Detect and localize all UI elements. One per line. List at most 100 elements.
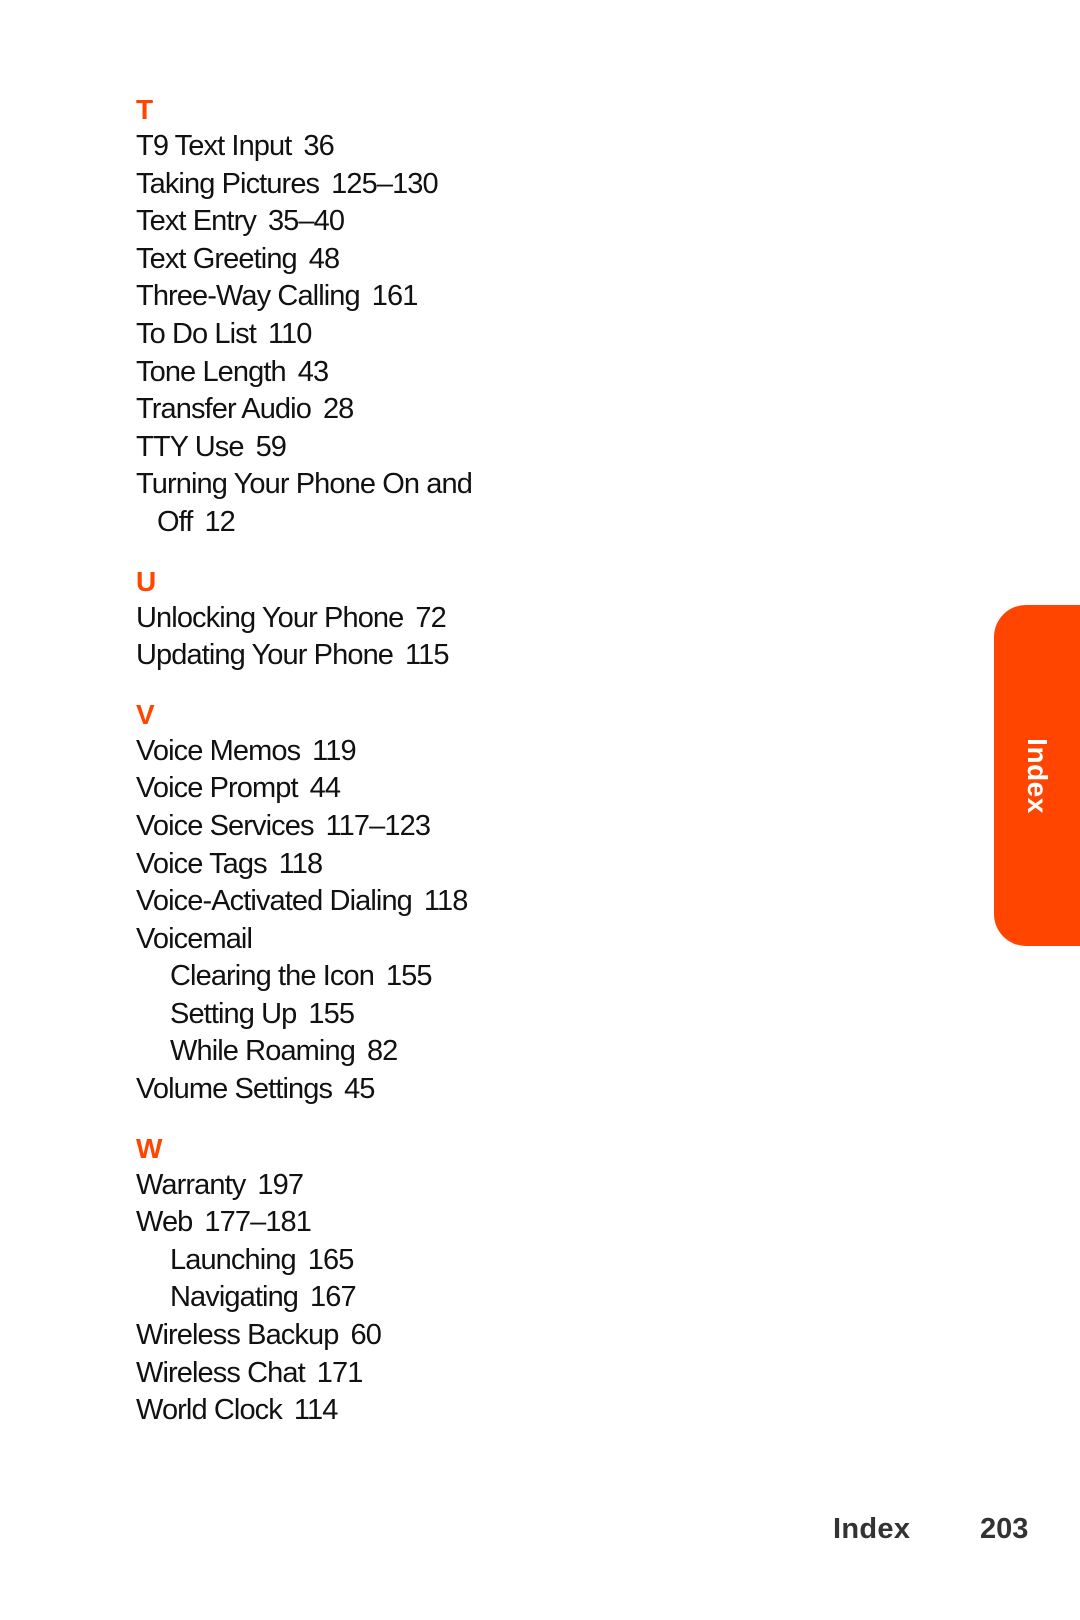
- index-subentry: While Roaming 82: [136, 1033, 556, 1071]
- entry-pages: 118: [278, 847, 323, 880]
- entry-pages: 35–40: [267, 205, 345, 238]
- entry-term: Voicemail: [136, 922, 253, 955]
- index-entry: Tone Length 43: [136, 354, 556, 392]
- entry-pages: 161: [371, 280, 419, 313]
- index-entry: Taking Pictures 125–130: [136, 166, 556, 204]
- entry-term: Volume Settings: [136, 1073, 333, 1106]
- entry-pages: 110: [267, 317, 312, 350]
- index-subentry: Setting Up 155: [136, 996, 556, 1034]
- section-letter: U: [136, 565, 157, 597]
- index-entry: Text Greeting 48: [136, 241, 556, 279]
- index-entry: World Clock 114: [136, 1392, 556, 1430]
- index-entry: To Do List 110: [136, 316, 556, 354]
- entry-pages: 43: [297, 355, 329, 388]
- entry-pages: 44: [309, 772, 341, 805]
- index-entry: Volume Settings 45: [136, 1071, 556, 1109]
- entry-term-continuation: Off 12: [136, 504, 556, 542]
- index-section-u: U Unlocking Your Phone 72 Updating Your P…: [136, 564, 556, 675]
- index-entry: Voice Services 117–123: [136, 808, 556, 846]
- index-entry: TTY Use 59: [136, 429, 556, 467]
- index-entry: Warranty 197: [136, 1167, 556, 1205]
- index-entry: Unlocking Your Phone 72: [136, 600, 556, 638]
- index-entry: Text Entry 35–40: [136, 203, 556, 241]
- index-subentry: Launching 165: [136, 1242, 556, 1280]
- entry-term: Clearing the Icon: [170, 960, 375, 993]
- entry-term: Navigating: [170, 1281, 299, 1314]
- entry-pages: 72: [415, 601, 446, 634]
- entry-pages: 167: [310, 1281, 357, 1314]
- index-entry: Web 177–181: [136, 1204, 556, 1242]
- index-section-w: W Warranty 197 Web 177–181 Launching 165 Na…: [136, 1131, 556, 1430]
- entry-pages: 28: [322, 393, 354, 426]
- index-column: T T9 Text Input 36 Taking Pictures 125–130…: [136, 92, 556, 1430]
- entry-pages: 119: [312, 734, 356, 767]
- entry-pages: 155: [385, 960, 433, 993]
- section-letter: T: [136, 94, 154, 125]
- entry-term: T9 Text Input: [136, 130, 292, 162]
- page-number: 203: [980, 1513, 1029, 1545]
- entry-term: Voice Tags: [136, 847, 268, 880]
- entry-term: Voice-Activated Dialing: [136, 885, 413, 918]
- entry-term: Wireless Backup: [136, 1319, 339, 1352]
- entry-term: Transfer Audio: [136, 393, 312, 426]
- entry-pages: 115: [405, 639, 449, 672]
- footer-section-title: Index: [833, 1513, 911, 1545]
- entry-pages: 36: [303, 130, 334, 162]
- entry-term: Taking Pictures: [136, 167, 320, 200]
- entry-term: Voice Services: [136, 809, 315, 842]
- entry-pages: 155: [308, 997, 355, 1030]
- index-section-v: V Voice Memos 119 Voice Prompt 44 Voice Se…: [136, 697, 556, 1109]
- section-letter: W: [136, 1132, 163, 1164]
- index-subentry: Navigating 167: [136, 1279, 556, 1317]
- entry-term: Tone Length: [136, 355, 287, 388]
- entry-pages: 125–130: [331, 167, 439, 200]
- entry-pages: 12: [204, 505, 235, 538]
- index-entry: Turning Your Phone On and Off 12: [136, 466, 556, 541]
- index-entry: Voice-Activated Dialing 118: [136, 883, 556, 921]
- entry-pages: 117–123: [325, 809, 431, 842]
- entry-term: World Clock: [136, 1394, 283, 1427]
- index-entry: Transfer Audio 28: [136, 391, 556, 429]
- index-entry: T9 Text Input 36: [136, 128, 556, 166]
- entry-pages: 60: [350, 1319, 381, 1352]
- entry-term: Voice Memos: [136, 734, 301, 767]
- entry-pages: 59: [255, 430, 287, 463]
- entry-term: TTY Use: [136, 430, 244, 463]
- page-footer: Index 203: [0, 1513, 1080, 1553]
- entry-pages: 118: [423, 885, 468, 918]
- entry-term: To Do List: [136, 317, 257, 350]
- entry-term: Voice Prompt: [136, 772, 299, 805]
- index-entry: Voice Prompt 44: [136, 770, 556, 808]
- entry-pages: 177–181: [204, 1206, 312, 1239]
- index-subentry: Clearing the Icon 155: [136, 958, 556, 996]
- entry-term: Three-Way Calling: [136, 280, 361, 313]
- entry-pages: 114: [293, 1394, 338, 1427]
- entry-term: Wireless Chat: [136, 1356, 306, 1389]
- entry-term: Unlocking Your Phone: [136, 601, 404, 634]
- entry-term: Warranty: [136, 1168, 246, 1201]
- entry-pages: 45: [344, 1073, 375, 1106]
- entry-term: While Roaming: [170, 1035, 356, 1068]
- entry-term: Text Entry: [136, 205, 257, 238]
- side-tab-label: Index: [1022, 737, 1053, 814]
- entry-term: Launching: [170, 1243, 297, 1276]
- index-side-tab[interactable]: Index: [994, 605, 1080, 946]
- index-entry: Voice Memos 119: [136, 733, 556, 771]
- index-entry: Voicemail: [136, 921, 556, 959]
- index-entry: Voice Tags 118: [136, 846, 556, 884]
- index-entry: Updating Your Phone 115: [136, 637, 556, 675]
- index-section-t: T T9 Text Input 36 Taking Pictures 125–130…: [136, 92, 556, 542]
- entry-pages: 48: [308, 242, 340, 275]
- entry-term: Updating Your Phone: [136, 639, 394, 672]
- entry-pages: 171: [316, 1356, 364, 1389]
- entry-term: Text Greeting: [136, 242, 298, 275]
- continuation-text: Off: [157, 505, 193, 538]
- index-entry: Wireless Chat 171: [136, 1355, 556, 1393]
- entry-term: Setting Up: [170, 997, 297, 1030]
- entry-pages: 197: [257, 1168, 304, 1201]
- section-letter: V: [136, 698, 155, 730]
- entry-term: Turning Your Phone On and: [136, 468, 473, 501]
- entry-pages: 165: [307, 1243, 355, 1276]
- index-entry: Three-Way Calling 161: [136, 278, 556, 316]
- entry-term: Web: [136, 1206, 193, 1239]
